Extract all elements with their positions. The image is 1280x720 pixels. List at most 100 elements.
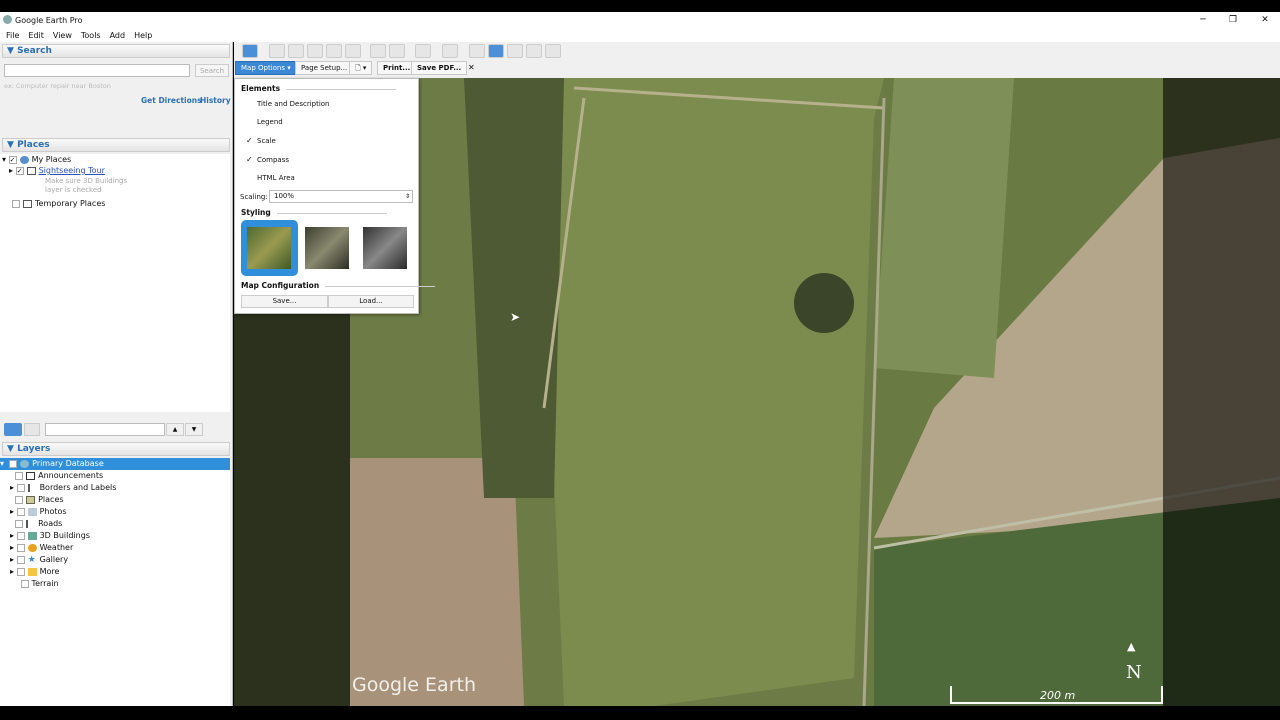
planets-icon[interactable]	[415, 44, 431, 58]
close-button[interactable]: ✕	[1250, 12, 1280, 28]
star-icon: ★	[27, 554, 36, 565]
move-down-button[interactable]: ▼	[185, 423, 203, 436]
search-input[interactable]	[4, 64, 190, 77]
print-icon[interactable]	[488, 44, 504, 58]
minimize-button[interactable]: ─	[1188, 12, 1218, 28]
page-setup-button[interactable]: Page Setup...	[295, 61, 354, 75]
item-label: Announcements	[38, 471, 104, 480]
checkbox[interactable]	[21, 579, 29, 588]
checkbox[interactable]	[16, 555, 25, 564]
search-header-label: Search	[17, 46, 52, 56]
compass-north: N	[1126, 662, 1142, 683]
tree-item-primary-database[interactable]: ▾ Primary Database	[0, 458, 230, 470]
layer-item[interactable]: Terrain	[21, 578, 59, 590]
add-overlay-icon[interactable]	[326, 44, 342, 58]
layer-item[interactable]: ▸ Photos	[10, 506, 67, 518]
option-scale[interactable]: Scale	[257, 137, 276, 145]
option-title-description[interactable]: Title and Description	[257, 100, 330, 108]
item-label: Gallery	[39, 555, 69, 564]
option-compass[interactable]: Compass	[257, 156, 289, 164]
tree-item-temporary-places[interactable]: Temporary Places	[12, 198, 105, 210]
record-tour-icon[interactable]	[345, 44, 361, 58]
more-icon	[27, 567, 37, 576]
checkbox[interactable]	[16, 507, 25, 516]
menu-file[interactable]: File	[6, 31, 19, 40]
scaling-label: Scaling:	[240, 193, 268, 201]
menu-add[interactable]: Add	[110, 31, 126, 40]
save-image-icon[interactable]	[507, 44, 523, 58]
layer-item[interactable]: ▸ Weather	[10, 542, 73, 554]
sidebar-toggle-icon[interactable]	[242, 44, 258, 58]
checkbox[interactable]	[15, 519, 24, 528]
load-config-button[interactable]: Load...	[328, 295, 414, 308]
item-label: My Places	[31, 155, 72, 164]
layer-item[interactable]: ▸ Borders and Labels	[10, 482, 116, 494]
option-html-area[interactable]: HTML Area	[257, 174, 295, 182]
layers-panel-header[interactable]: ▼ Layers	[2, 442, 230, 456]
save-config-button[interactable]: Save...	[241, 295, 328, 308]
checkbox[interactable]: ✓	[15, 166, 24, 175]
menu-edit[interactable]: Edit	[28, 31, 44, 40]
style-thumbnail-grayscale[interactable]	[363, 227, 407, 269]
toolbar: Map Options ▾ Page Setup... 🗋 ▾ Print...…	[234, 42, 1280, 78]
move-up-button[interactable]: ▲	[166, 423, 184, 436]
style-thumbnail-color[interactable]	[247, 227, 291, 269]
map-options-button[interactable]: Map Options ▾	[235, 61, 297, 75]
search-view-button[interactable]	[4, 423, 22, 436]
menu-tools[interactable]: Tools	[81, 31, 101, 40]
mouse-cursor-icon: ➤	[510, 310, 521, 324]
scale-bar: 200 m	[950, 686, 1163, 704]
add-placemark-icon[interactable]	[269, 44, 285, 58]
layer-item[interactable]: Roads	[10, 518, 62, 530]
item-label: Weather	[39, 543, 74, 552]
search-panel-header[interactable]: ▼ Search	[2, 44, 230, 58]
add-polygon-icon[interactable]	[288, 44, 304, 58]
option-legend[interactable]: Legend	[257, 118, 283, 126]
historical-imagery-icon[interactable]	[370, 44, 386, 58]
layer-item[interactable]: Places	[10, 494, 64, 506]
page-orientation-dropdown[interactable]: 🗋 ▾	[349, 61, 373, 75]
checkbox[interactable]	[16, 531, 25, 540]
earth-gallery-icon[interactable]	[545, 44, 561, 58]
checkbox[interactable]	[16, 483, 25, 492]
history-link[interactable]: History	[200, 96, 231, 105]
checkbox[interactable]: ✓	[8, 155, 17, 164]
style-thumbnail-muted[interactable]	[305, 227, 349, 269]
ruler-icon[interactable]	[442, 44, 458, 58]
menu-bar: File Edit View Tools Add Help	[0, 28, 1280, 42]
places-panel-header[interactable]: ▼ Places	[2, 138, 230, 152]
checkbox[interactable]	[16, 567, 25, 576]
menu-view[interactable]: View	[53, 31, 72, 40]
restore-button[interactable]: ❐	[1218, 12, 1248, 28]
map-configuration-header: Map Configuration	[241, 281, 436, 290]
checkbox[interactable]	[9, 459, 18, 468]
checkbox[interactable]	[15, 495, 24, 504]
spinner-arrows-icon[interactable]: ⇕	[405, 191, 410, 202]
menu-help[interactable]: Help	[134, 31, 152, 40]
layer-item[interactable]: Announcements	[10, 470, 103, 482]
email-icon[interactable]	[469, 44, 485, 58]
search-button[interactable]: Search	[195, 64, 229, 77]
sunlight-icon[interactable]	[389, 44, 405, 58]
layer-item[interactable]: ▸ ★ Gallery	[10, 554, 68, 566]
layers-filter-input[interactable]	[45, 423, 165, 436]
sightseeing-tour-link[interactable]: Sightseeing Tour	[39, 166, 105, 175]
checkmark-icon: ✓	[246, 155, 253, 164]
get-directions-link[interactable]: Get Directions	[141, 96, 202, 105]
add-path-icon[interactable]	[307, 44, 323, 58]
checkbox[interactable]	[15, 471, 24, 480]
search-hint: ex: Computer repair near Boston	[4, 82, 111, 90]
close-print-button[interactable]: ✕	[468, 63, 475, 72]
layer-item[interactable]: ▸ More	[10, 566, 59, 578]
google-earth-watermark: Google Earth	[352, 674, 476, 696]
view-in-maps-icon[interactable]	[526, 44, 542, 58]
panel-toggle-button[interactable]	[24, 423, 40, 436]
checkbox[interactable]	[16, 543, 25, 552]
checkbox[interactable]	[12, 199, 20, 208]
save-pdf-button[interactable]: Save PDF...	[411, 61, 468, 75]
flag-icon	[27, 483, 37, 492]
scaling-spinbox[interactable]: 100% ⇕	[269, 190, 413, 203]
layers-header-label: Layers	[17, 444, 51, 454]
layer-item[interactable]: ▸ 3D Buildings	[10, 530, 90, 542]
globe-icon	[19, 155, 29, 164]
